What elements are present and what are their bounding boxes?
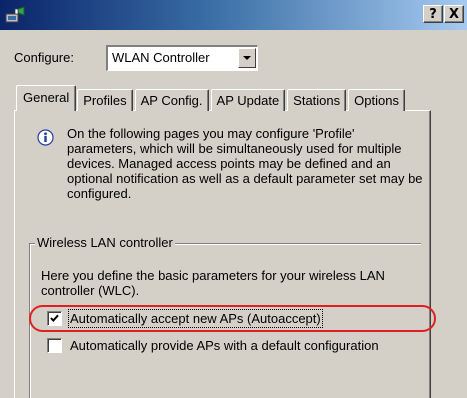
autoaccept-option[interactable]: Automatically accept new APs (Autoaccept… (47, 309, 323, 328)
default-config-checkbox[interactable] (47, 338, 62, 353)
info-message: On the following pages you may configure… (67, 126, 423, 201)
configure-dropdown[interactable]: WLAN Controller (106, 45, 258, 71)
default-config-option[interactable]: Automatically provide APs with a default… (47, 338, 379, 353)
help-button[interactable]: ? (423, 5, 443, 23)
tab-general[interactable]: General (16, 85, 77, 111)
tab-profiles[interactable]: Profiles (77, 89, 133, 111)
wlc-group-description: Here you define the basic parameters for… (41, 268, 385, 298)
tab-strip: General Profiles AP Config. AP Update St… (16, 85, 407, 111)
default-config-label[interactable]: Automatically provide APs with a default… (70, 338, 379, 353)
autoaccept-checkbox[interactable] (47, 311, 62, 326)
info-icon (37, 129, 54, 146)
configure-selected-value: WLAN Controller (112, 50, 210, 65)
chevron-down-icon (243, 56, 251, 60)
tab-stations[interactable]: Stations (287, 89, 347, 111)
checkmark-icon (50, 314, 59, 322)
tab-ap-config[interactable]: AP Config. (134, 89, 209, 111)
autoaccept-label[interactable]: Automatically accept new APs (Autoaccept… (68, 309, 323, 328)
configuration-dialog: ? X Configure: WLAN Controller General P… (0, 0, 467, 398)
wlc-group-title: Wireless LAN controller (35, 235, 175, 250)
close-button[interactable]: X (444, 5, 464, 23)
tab-ap-update[interactable]: AP Update (210, 89, 286, 111)
dropdown-button[interactable] (238, 48, 256, 68)
title-bar[interactable]: ? X (0, 0, 467, 30)
app-icon (4, 5, 26, 25)
tab-options[interactable]: Options (348, 89, 405, 111)
configure-label: Configure: (14, 50, 74, 65)
